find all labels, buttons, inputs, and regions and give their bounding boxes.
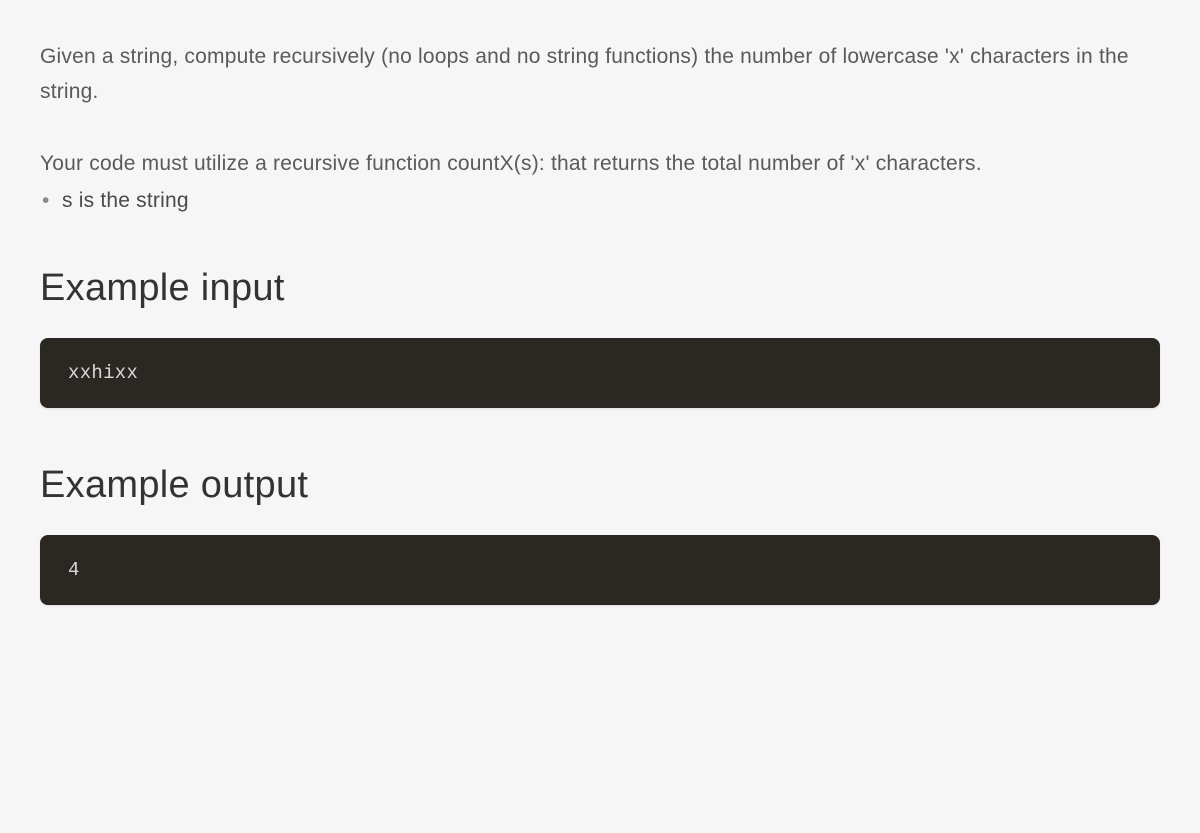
example-input-heading: Example input xyxy=(40,267,1160,310)
problem-bullets: s is the string xyxy=(40,184,1160,219)
bullet-item: s is the string xyxy=(40,184,1160,219)
example-input-code: xxhixx xyxy=(40,338,1160,408)
problem-content: Given a string, compute recursively (no … xyxy=(40,40,1160,605)
problem-instruction: Your code must utilize a recursive funct… xyxy=(40,147,1160,182)
example-output-heading: Example output xyxy=(40,464,1160,507)
problem-description: Given a string, compute recursively (no … xyxy=(40,40,1160,109)
example-output-code: 4 xyxy=(40,535,1160,605)
